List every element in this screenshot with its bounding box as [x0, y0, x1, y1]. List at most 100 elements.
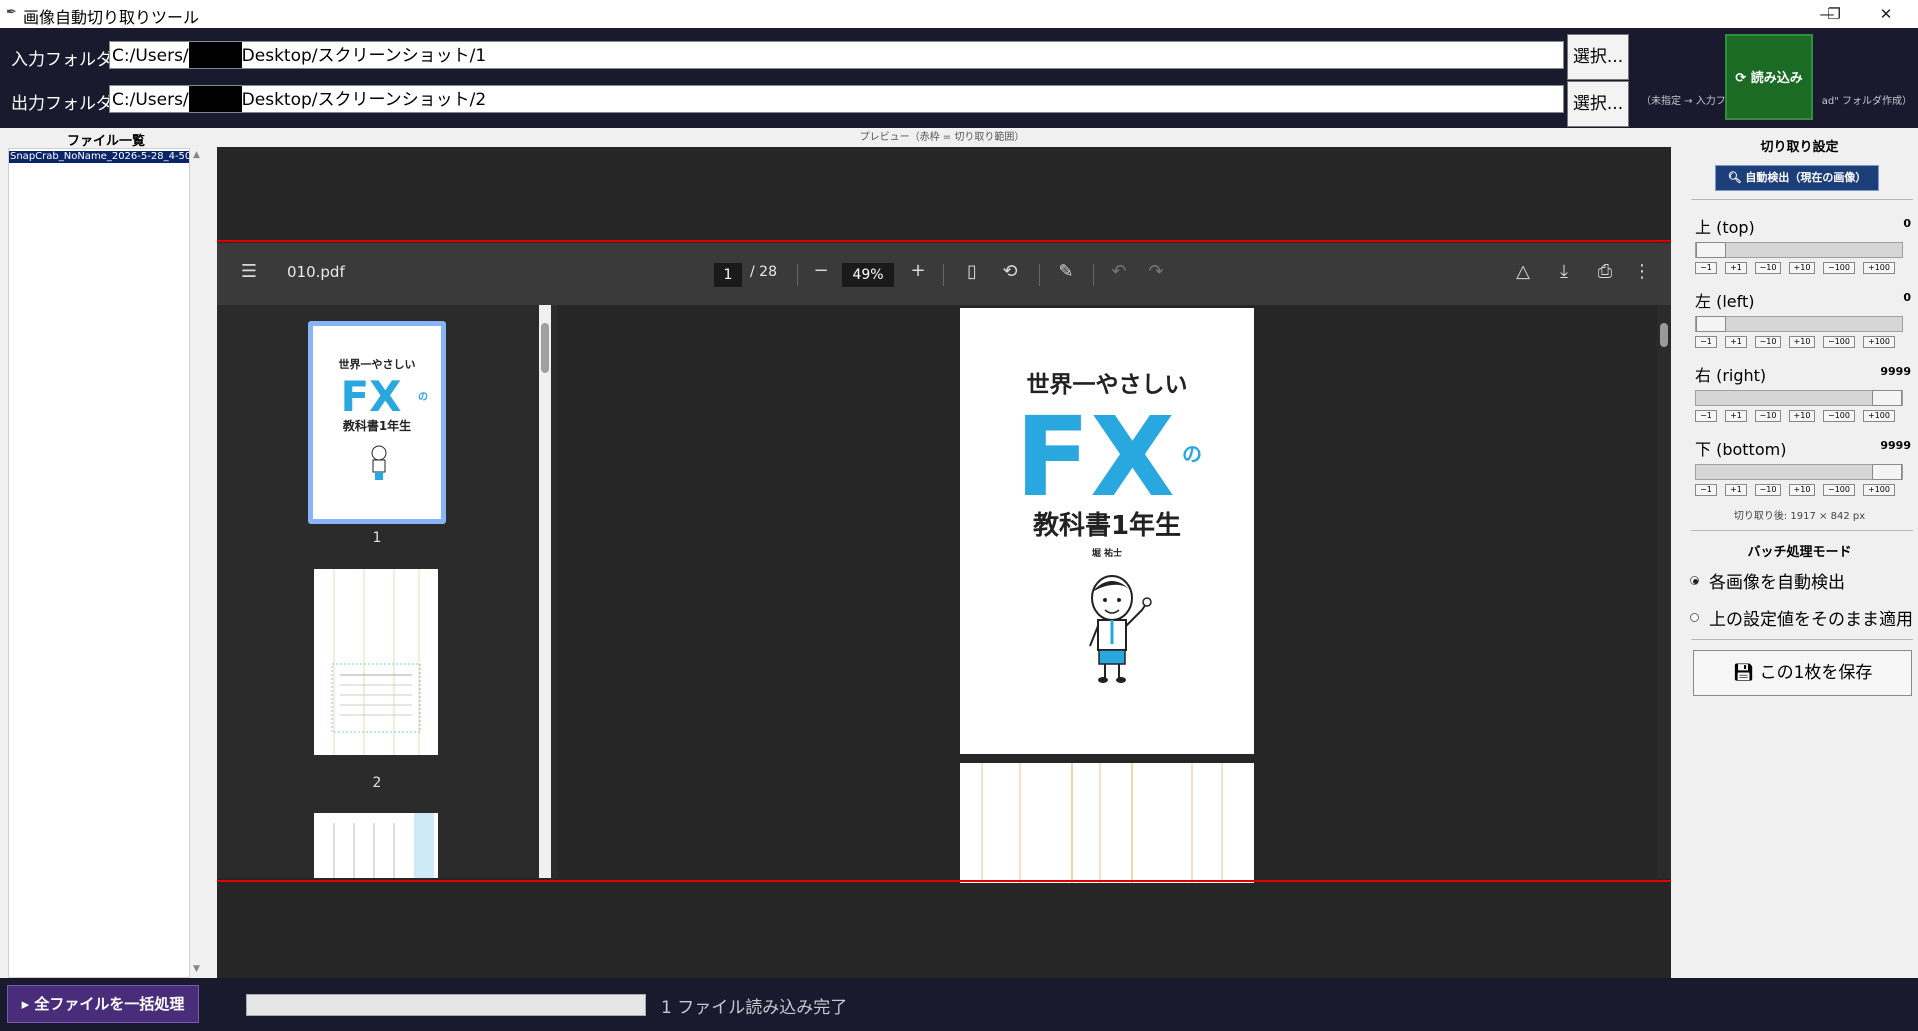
thumbnail-page-1[interactable]: 世界一やさしい FX の 教科書1年生 — [308, 321, 446, 524]
thumbnail-page-3[interactable] — [314, 813, 438, 878]
print-icon[interactable]: ⎙ — [1594, 261, 1616, 282]
step-button[interactable]: +100 — [1863, 336, 1895, 348]
step-button[interactable]: −1 — [1695, 410, 1717, 422]
right-label: 右 (right) — [1695, 366, 1767, 385]
zoom-out-icon[interactable]: − — [810, 260, 832, 281]
slider-thumb[interactable] — [1696, 316, 1726, 332]
load-button[interactable]: ⟳ 読み込み — [1725, 34, 1813, 120]
bottom-slider[interactable] — [1695, 464, 1903, 480]
step-button[interactable]: +100 — [1863, 410, 1895, 422]
preview-canvas[interactable]: ☰ 010.pdf 1 / 28 − 49% + ▯ ⟲ ✎ ↶ ↷ △ ⤓ ⎙… — [217, 147, 1671, 978]
top-label: 上 (top) — [1695, 218, 1755, 237]
draw-icon[interactable]: ✎ — [1055, 261, 1077, 282]
scroll-thumb[interactable] — [541, 323, 549, 373]
svg-text:の: の — [418, 392, 428, 403]
step-button[interactable]: −1 — [1695, 484, 1717, 496]
progress-bar — [246, 994, 646, 1016]
slider-thumb[interactable] — [1872, 464, 1902, 480]
step-button[interactable]: −100 — [1823, 484, 1855, 496]
redo-icon[interactable]: ↷ — [1145, 261, 1167, 282]
rotate-icon[interactable]: ⟲ — [999, 261, 1021, 282]
output-select-button[interactable]: 選択... — [1567, 81, 1629, 127]
pdf-page-2 — [960, 763, 1254, 883]
save-drive-icon[interactable]: △ — [1512, 261, 1534, 282]
step-button[interactable]: −10 — [1755, 336, 1781, 348]
step-button[interactable]: +100 — [1863, 484, 1895, 496]
step-button[interactable]: −10 — [1755, 484, 1781, 496]
thumbnail-page-number: 2 — [372, 775, 382, 791]
step-button[interactable]: +1 — [1725, 262, 1747, 274]
thumbnail-page-number: 1 — [372, 530, 382, 546]
step-button[interactable]: −1 — [1695, 262, 1717, 274]
file-list-scrollbar[interactable]: ▲ ▼ — [191, 148, 207, 978]
slider-thumb[interactable] — [1696, 242, 1726, 258]
svg-text:世界一やさしい: 世界一やさしい — [339, 357, 416, 371]
bottom-bar: ▸ 全ファイルを一括処理 1 ファイル読み込み完了 — [0, 978, 1918, 1031]
step-button[interactable]: −100 — [1823, 336, 1855, 348]
page-number-input[interactable]: 1 — [714, 263, 742, 287]
undo-icon[interactable]: ↶ — [1108, 261, 1130, 282]
app-feather-icon: ✒ — [6, 5, 17, 20]
output-folder-field[interactable]: C:/Users/Desktop/スクリーンショット/2 — [109, 85, 1564, 113]
step-button[interactable]: −100 — [1823, 410, 1855, 422]
character-illustration — [1089, 575, 1152, 683]
book-title-no: の — [1182, 442, 1202, 466]
left-value: 0 — [1903, 291, 1911, 304]
book-author: 堀 祐士 — [1092, 547, 1122, 559]
scroll-thumb[interactable] — [1660, 323, 1668, 347]
crop-settings-panel: 切り取り設定 🔍︎ 自動検出（現在の画像） 上 (top) 0 −1 +1 −10 +… — [1681, 128, 1918, 978]
step-button[interactable]: −100 — [1823, 262, 1855, 274]
slider-thumb[interactable] — [1872, 390, 1902, 406]
close-button[interactable]: ✕ — [1863, 0, 1909, 28]
menu-icon[interactable]: ☰ — [238, 261, 260, 282]
crop-frame-bottom — [217, 880, 1671, 882]
step-button[interactable]: +1 — [1725, 410, 1747, 422]
step-button[interactable]: −10 — [1755, 410, 1781, 422]
radio-icon[interactable] — [1690, 575, 1699, 585]
top-slider[interactable] — [1695, 242, 1903, 258]
step-button[interactable]: +10 — [1789, 484, 1815, 496]
batch-process-all-button[interactable]: ▸ 全ファイルを一括処理 — [7, 985, 199, 1023]
autodetect-button[interactable]: 🔍︎ 自動検出（現在の画像） — [1715, 165, 1879, 191]
save-this-image-button[interactable]: 💾︎ この1枚を保存 — [1693, 650, 1912, 696]
radio-auto-detect[interactable]: 各画像を自動検出 — [1690, 568, 1845, 593]
step-button[interactable]: +10 — [1789, 262, 1815, 274]
restore-button[interactable]: ❐ — [1811, 0, 1857, 28]
thumbnail-page-2[interactable] — [314, 569, 438, 755]
step-button[interactable]: +10 — [1789, 336, 1815, 348]
output-folder-label: 出力フォルダ: — [11, 94, 119, 114]
zoom-input[interactable]: 49% — [842, 263, 894, 287]
input-folder-field[interactable]: C:/Users/Desktop/スクリーンショット/1 — [109, 41, 1564, 69]
more-options-icon[interactable]: ⋮ — [1631, 261, 1653, 282]
file-list[interactable]: SnapCrab_NoName_2026-5-28_4-50-5 — [8, 148, 190, 978]
step-button[interactable]: +100 — [1863, 262, 1895, 274]
fit-page-icon[interactable]: ▯ — [961, 261, 983, 282]
search-icon: 🔍︎ — [1727, 171, 1746, 184]
radio-icon[interactable] — [1690, 612, 1699, 622]
left-slider[interactable] — [1695, 316, 1903, 332]
download-icon[interactable]: ⤓ — [1553, 261, 1575, 282]
step-button[interactable]: +1 — [1725, 336, 1747, 348]
crop-settings-title: 切り取り設定 — [1760, 140, 1839, 155]
input-select-button[interactable]: 選択... — [1567, 34, 1629, 80]
step-button[interactable]: +10 — [1789, 410, 1815, 422]
right-slider[interactable] — [1695, 390, 1903, 406]
zoom-in-icon[interactable]: + — [907, 260, 929, 281]
bottom-label: 下 (bottom) — [1695, 440, 1787, 459]
radio-apply-settings[interactable]: 上の設定値をそのまま適用 — [1690, 605, 1913, 630]
svg-text:教科書1年生: 教科書1年生 — [342, 418, 411, 433]
step-button[interactable]: +1 — [1725, 484, 1747, 496]
scroll-up-icon[interactable]: ▲ — [193, 150, 200, 160]
redacted-username — [188, 42, 242, 68]
scroll-down-icon[interactable]: ▼ — [193, 964, 200, 974]
thumbnail-page-3-art — [333, 813, 434, 878]
file-list-item[interactable]: SnapCrab_NoName_2026-5-28_4-50-5 — [9, 151, 189, 163]
thumbnail-scrollbar[interactable] — [539, 305, 551, 878]
crop-size-readout: 切り取り後: 1917 × 842 px — [1733, 511, 1866, 522]
book-title-fx: FX — [1015, 393, 1175, 521]
book-title-bottom: 教科書1年生 — [1033, 510, 1181, 541]
step-button[interactable]: −10 — [1755, 262, 1781, 274]
pdf-scrollbar[interactable] — [1657, 305, 1671, 878]
title-bar: ✒ 画像自動切り取りツール — ❐ ✕ — [0, 0, 1918, 28]
step-button[interactable]: −1 — [1695, 336, 1717, 348]
